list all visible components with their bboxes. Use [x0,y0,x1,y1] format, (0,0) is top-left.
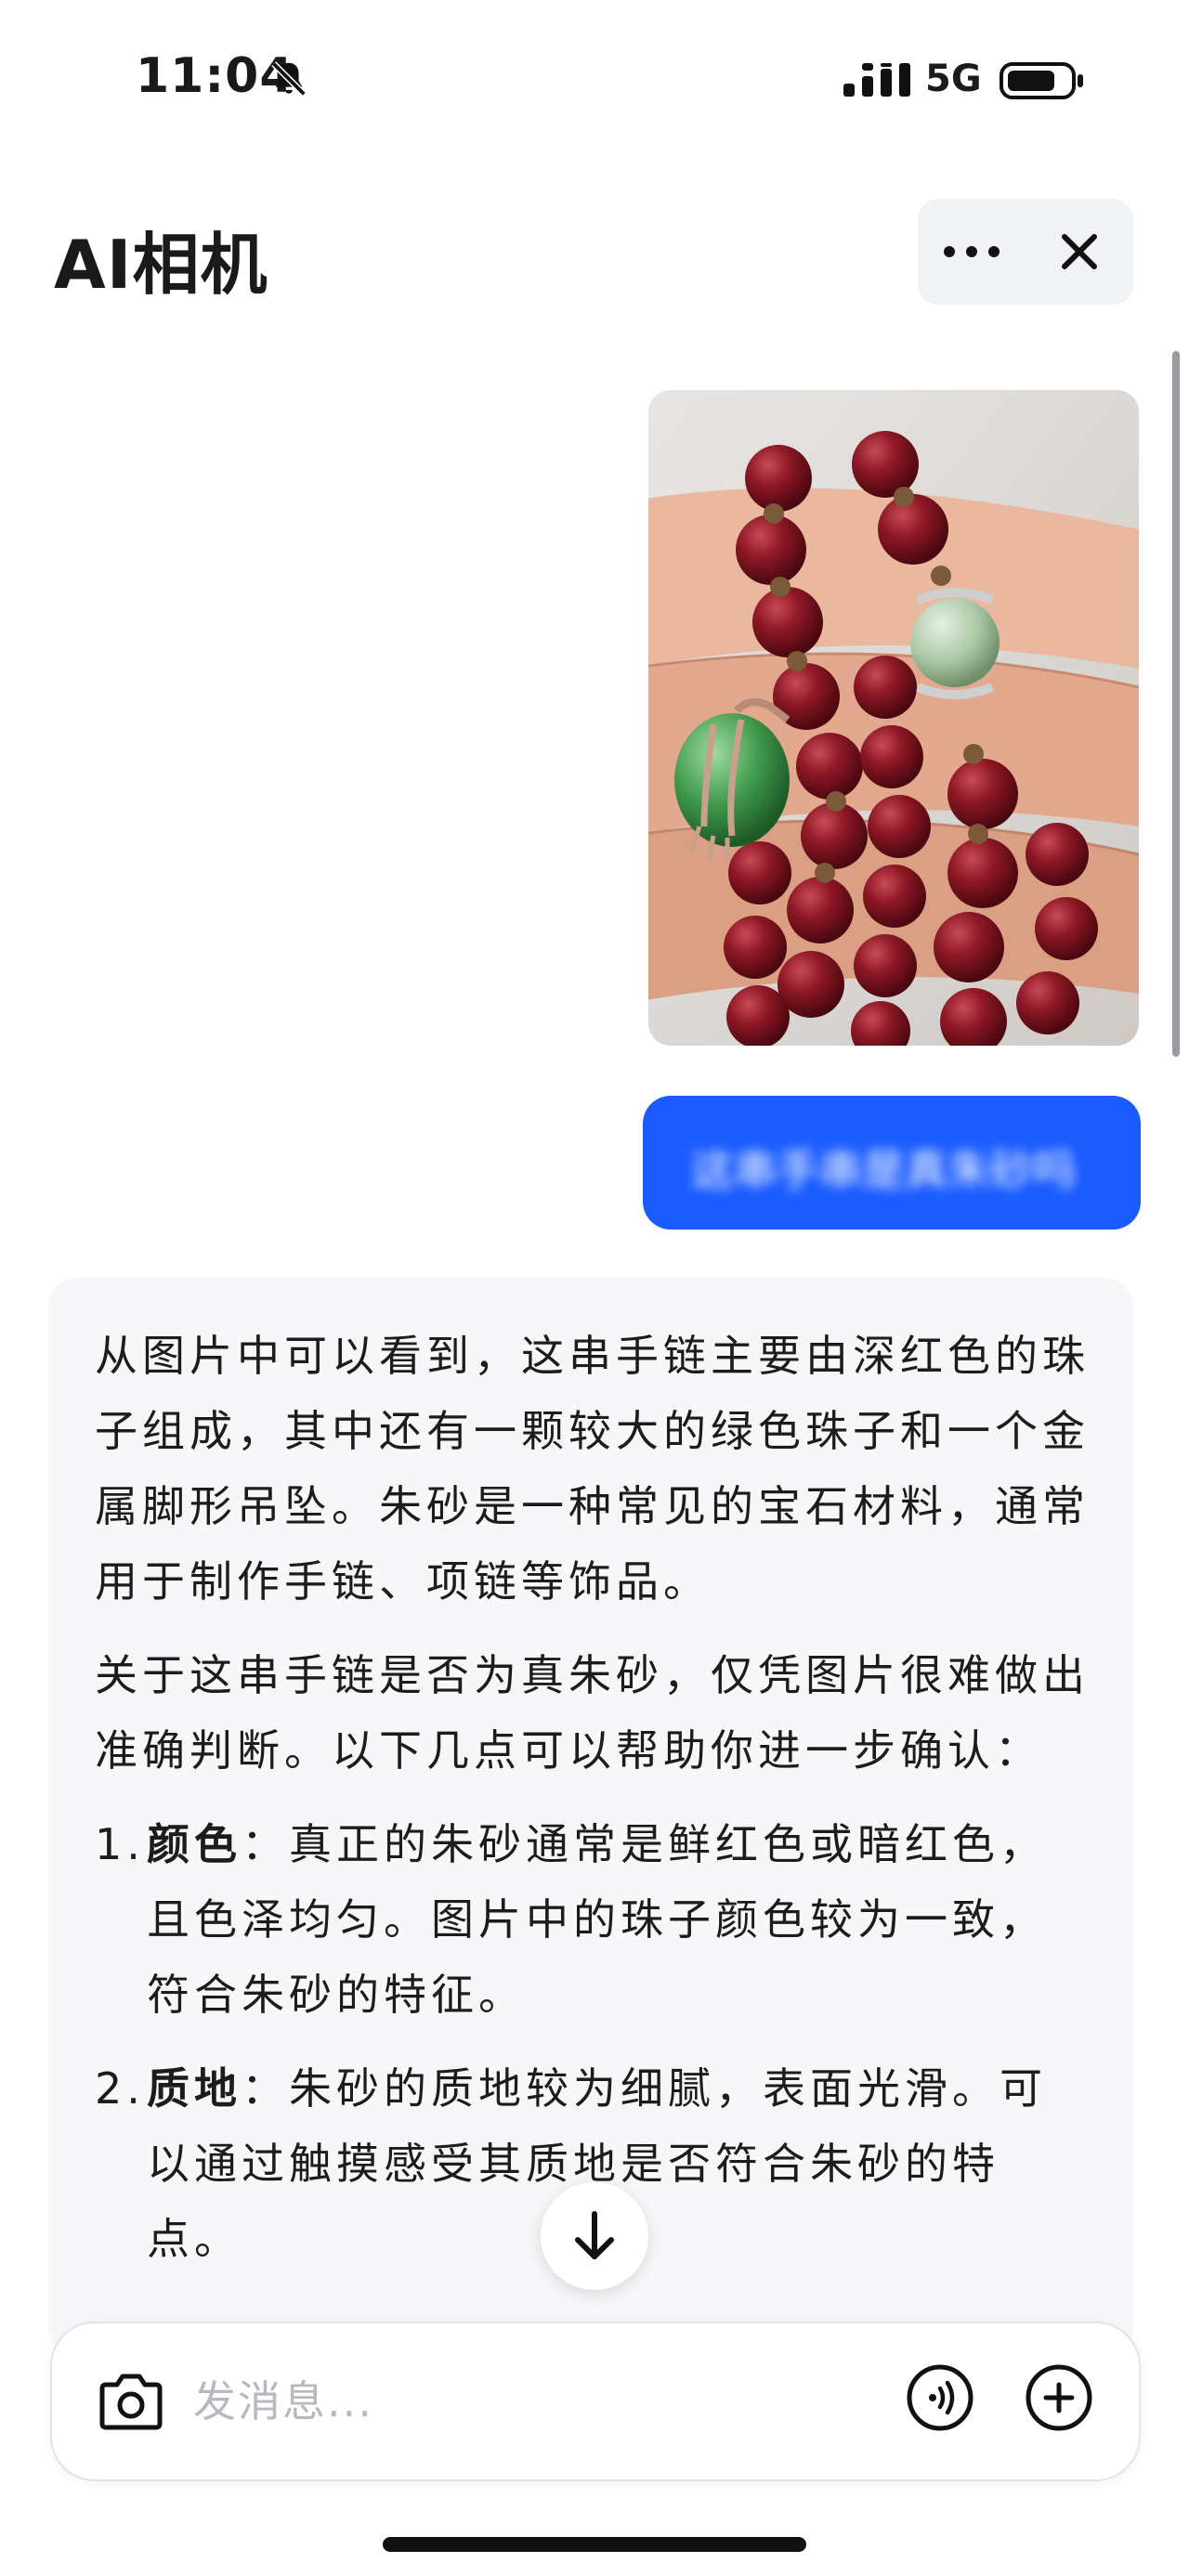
point-title: 颜色 [147,1819,242,1869]
list-number: 1. [95,1819,145,1869]
more-button[interactable] [918,199,1026,305]
scroll-to-bottom-button[interactable] [541,2182,648,2290]
voice-button[interactable] [905,2362,975,2433]
scrollbar[interactable] [1172,351,1180,1057]
list-number: 2. [95,2063,145,2114]
user-photo-message[interactable] [648,390,1139,1046]
arrow-down-icon [575,2211,614,2259]
list-item: 1. 颜色：真正的朱砂通常是鲜红色或暗红色，且色泽均匀。图片中的珠子颜色较为一致，… [95,1807,1092,2033]
page-title: AI相机 [54,226,268,304]
user-message-bubble[interactable]: 这串手串是真朱砂吗 [643,1096,1141,1229]
close-button[interactable] [1026,199,1133,305]
camera-icon [99,2374,163,2430]
battery-icon [1000,62,1083,99]
network-label: 5G [925,58,982,100]
point-title: 质地 [147,2063,242,2114]
user-message-text: 这串手串是真朱砂吗 [691,1145,1076,1195]
ai-paragraph-1: 从图片中可以看到，这串手链主要由深红色的珠子组成，其中还有一颗较大的绿色珠子和一… [95,1331,1090,1607]
message-input[interactable] [191,2366,901,2437]
plus-icon [1026,2364,1092,2431]
ai-reply-content: 从图片中可以看到，这串手链主要由深红色的珠子组成，其中还有一颗较大的绿色珠子和一… [95,1319,1092,2296]
voice-call-icon [907,2364,973,2431]
bell-mute-icon [271,61,307,97]
message-input-bar [50,2322,1141,2481]
close-icon [1062,234,1097,269]
add-button[interactable] [1024,2362,1094,2433]
bracelet-photo [648,390,1139,1046]
mini-program-capsule [918,199,1133,305]
ai-paragraph-2: 关于这串手链是否为真朱砂，仅凭图片很难做出准确判断。以下几点可以帮助你进一步确认… [95,1650,1090,1776]
home-indicator[interactable] [383,2537,806,2552]
more-icon [944,246,1000,257]
point-text: ：真正的朱砂通常是鲜红色或暗红色，且色泽均匀。图片中的珠子颜色较为一致，符合朱砂… [147,1819,1047,2020]
camera-button[interactable] [98,2370,163,2431]
signal-icon [843,63,910,97]
status-bar: 11:04 5G [0,0,1189,158]
